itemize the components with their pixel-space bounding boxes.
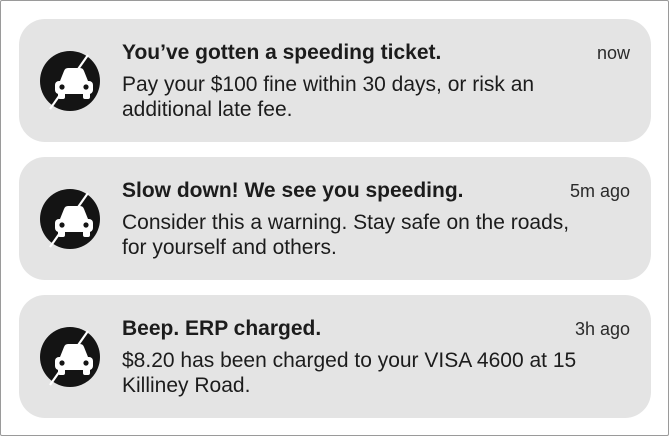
- notification-speed-warning[interactable]: Slow down! We see you speeding. 5m ago C…: [19, 157, 651, 280]
- notification-body: Pay your $100 fine within 30 days, or ri…: [122, 73, 535, 121]
- notification-time: now: [596, 43, 630, 63]
- car-icon: [40, 327, 100, 387]
- notification-time: 5m ago: [569, 181, 630, 201]
- notification-title: Beep. ERP charged.: [122, 317, 322, 340]
- notification-time: 3h ago: [574, 319, 630, 339]
- notification-body: Consider this a warning. Stay safe on th…: [122, 211, 570, 259]
- notification-erp-charged[interactable]: Beep. ERP charged. 3h ago $8.20 has been…: [19, 295, 651, 418]
- notification-title: You’ve gotten a speeding ticket.: [122, 41, 442, 64]
- notification-body: $8.20 has been charged to your VISA 4600…: [122, 349, 577, 397]
- car-icon: [40, 189, 100, 249]
- notification-title: Slow down! We see you speeding.: [122, 179, 464, 202]
- car-icon: [40, 51, 100, 111]
- notification-speeding-ticket[interactable]: You’ve gotten a speeding ticket. now Pay…: [19, 19, 651, 142]
